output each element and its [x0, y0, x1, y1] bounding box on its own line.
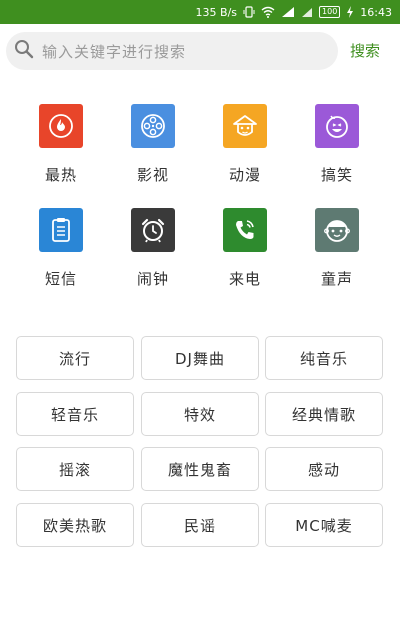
search-button[interactable]: 搜索: [350, 40, 380, 61]
phone-ringing-icon: [223, 208, 267, 252]
message-document-icon: [39, 208, 83, 252]
vibrate-icon: [243, 6, 255, 18]
category-anime[interactable]: 动漫: [205, 104, 285, 185]
category-label: 最热: [44, 166, 77, 184]
status-bar: 135 B/s 100 16:43: [0, 0, 400, 24]
category-label: 短信: [44, 270, 77, 288]
category-alarm[interactable]: 闹钟: [113, 208, 193, 289]
battery-icon: 100: [319, 6, 341, 18]
anime-character-icon: [223, 104, 267, 148]
genre-button[interactable]: 流行: [16, 336, 134, 380]
genre-button[interactable]: 经典情歌: [265, 392, 383, 436]
category-label: 动漫: [228, 166, 261, 184]
search-placeholder: 输入关键字进行搜索: [42, 42, 187, 61]
genre-button[interactable]: 特效: [141, 392, 259, 436]
alarm-clock-icon: [131, 208, 175, 252]
category-sms[interactable]: 短信: [21, 208, 101, 289]
smiley-face-icon: [315, 104, 359, 148]
category-label: 闹钟: [136, 270, 169, 288]
category-label: 童声: [320, 270, 353, 288]
category-kids[interactable]: 童声: [297, 208, 377, 289]
genre-button[interactable]: 轻音乐: [16, 392, 134, 436]
search-icon: [14, 39, 34, 63]
category-hot[interactable]: 最热: [21, 104, 101, 185]
search-bar: 输入关键字进行搜索 搜索: [0, 26, 400, 78]
film-reel-icon: [131, 104, 175, 148]
network-speed: 135 B/s: [195, 5, 238, 19]
category-ringtone[interactable]: 来电: [205, 208, 285, 289]
charging-icon: [346, 6, 354, 18]
category-label: 影视: [136, 166, 169, 184]
genre-button[interactable]: 欧美热歌: [16, 503, 134, 547]
category-label: 来电: [228, 270, 261, 288]
genre-button[interactable]: 纯音乐: [265, 336, 383, 380]
genre-button[interactable]: 魔性鬼畜: [141, 447, 259, 491]
category-funny[interactable]: 搞笑: [297, 104, 377, 185]
search-input[interactable]: 输入关键字进行搜索: [6, 32, 338, 70]
category-label: 搞笑: [320, 166, 353, 184]
signal-icon: [281, 6, 295, 18]
category-film[interactable]: 影视: [113, 104, 193, 185]
fire-icon: [39, 104, 83, 148]
clock: 16:43: [360, 5, 392, 19]
genre-button[interactable]: 民谣: [141, 503, 259, 547]
signal-icon-2: [301, 6, 313, 18]
genre-button[interactable]: DJ舞曲: [141, 336, 259, 380]
child-face-icon: [315, 208, 359, 252]
wifi-icon: [261, 6, 275, 18]
genre-button[interactable]: MC喊麦: [265, 503, 383, 547]
genre-button[interactable]: 摇滚: [16, 447, 134, 491]
genre-button[interactable]: 感动: [265, 447, 383, 491]
